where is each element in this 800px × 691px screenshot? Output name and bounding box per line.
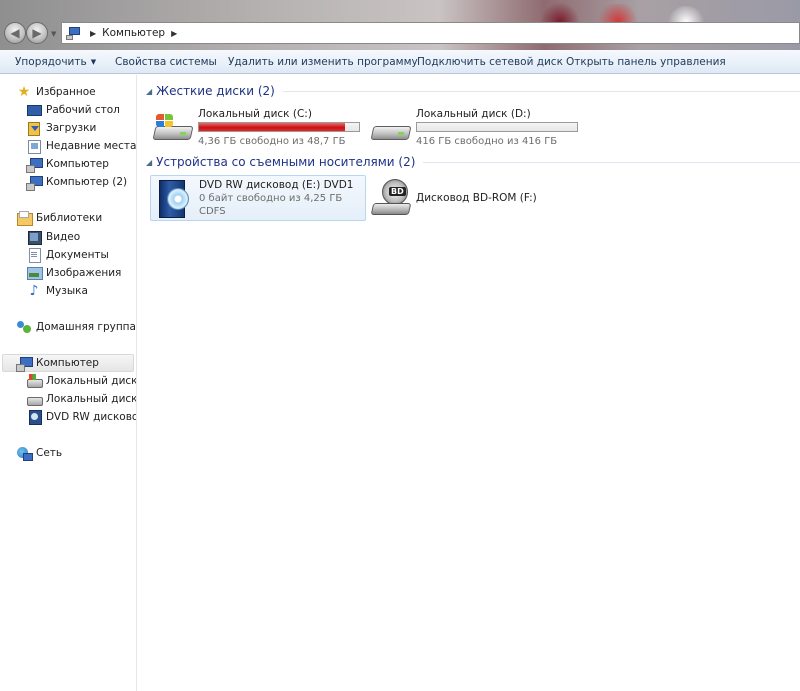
drive-name: DVD RW дисковод (E:) DVD1 (199, 179, 354, 191)
group-header-removable[interactable]: ◢ Устройства со съемными носителями (2) (146, 155, 800, 169)
sidebar-item-label: Библиотеки (36, 212, 103, 224)
sidebar-item-label: Компьютер (46, 158, 109, 170)
sidebar-item-downloads[interactable]: Загрузки (26, 119, 96, 137)
group-divider (282, 90, 800, 92)
star-icon: ★ (17, 84, 31, 100)
map-network-drive-button[interactable]: Подключить сетевой диск (417, 56, 563, 68)
sidebar-item-favorites[interactable]: ★ Избранное (16, 83, 96, 101)
network-icon (16, 445, 33, 461)
usage-bar (416, 122, 578, 132)
pictures-icon (26, 265, 43, 281)
recent-places-icon (26, 138, 42, 154)
drive-name: Локальный диск (D:) (416, 108, 531, 120)
music-note-icon: ♪ (29, 283, 39, 299)
system-properties-button[interactable]: Свойства системы (115, 56, 217, 68)
chevron-down-icon: ▼ (90, 58, 97, 66)
sidebar-item-computer[interactable]: Компьютер (2, 354, 134, 372)
sidebar-item-images[interactable]: Изображения (26, 264, 121, 282)
libraries-icon (16, 210, 33, 226)
sidebar-item-label: Музыка (46, 285, 88, 297)
sidebar-item-homegroup[interactable]: Домашняя группа (16, 318, 136, 336)
open-control-panel-button[interactable]: Открыть панель управления (566, 56, 726, 68)
drive-tile-c[interactable]: Локальный диск (C:) 4,36 ГБ свободно из … (150, 104, 366, 150)
hard-drive-icon (370, 112, 412, 144)
homegroup-icon (16, 319, 32, 335)
dvd-drive-icon (26, 409, 42, 425)
sidebar-item-label: Локальный диск (D (46, 393, 137, 405)
command-bar: Упорядочить ▼ Свойства системы Удалить ил… (0, 50, 800, 74)
collapse-triangle-icon[interactable]: ◢ (146, 87, 152, 96)
dvd-disc-icon (155, 178, 193, 220)
drive-tile-bd[interactable]: BD Дисковод BD-ROM (F:) (368, 175, 584, 221)
sidebar-item-video[interactable]: Видео (26, 228, 80, 246)
group-title: Устройства со съемными носителями (2) (156, 155, 416, 169)
bd-rom-drive-icon: BD (370, 177, 412, 219)
computer-icon (66, 26, 82, 40)
sidebar-item-recent-places[interactable]: Недавние места (26, 137, 136, 155)
sidebar-item-label: Избранное (36, 86, 96, 98)
sidebar-item-label: Локальный диск (C (46, 375, 137, 387)
group-title: Жесткие диски (2) (156, 84, 275, 98)
uninstall-program-button[interactable]: Удалить или изменить программу (228, 56, 418, 68)
system-drive-icon (26, 373, 43, 389)
breadcrumb-chevron-icon[interactable]: ▶ (90, 29, 96, 38)
sidebar-item-label: Загрузки (46, 122, 97, 134)
sidebar-item-label: Компьютер (36, 357, 99, 369)
collapse-triangle-icon[interactable]: ◢ (146, 158, 152, 167)
sidebar-item-label: Документы (46, 249, 109, 261)
arrow-right-icon: ▶ (32, 26, 42, 40)
sidebar-item-desktop[interactable]: Рабочий стол (26, 101, 120, 119)
drive-filesystem: CDFS (199, 206, 226, 217)
arrow-left-icon: ◀ (10, 26, 20, 40)
desktop-icon (26, 102, 42, 118)
sidebar-item-documents[interactable]: Документы (26, 246, 109, 264)
sidebar-item-dvd-drive[interactable]: DVD RW дисковод ( (26, 408, 136, 426)
breadcrumb-computer[interactable]: Компьютер (102, 27, 165, 39)
computer-icon (16, 355, 33, 372)
drive-free-space: 4,36 ГБ свободно из 48,7 ГБ (198, 136, 346, 147)
title-bar: ◀ ▶ ▼ ▶ Компьютер ▶ (0, 0, 800, 50)
organize-label: Упорядочить (15, 56, 87, 68)
sidebar-item-music[interactable]: ♪ Музыка (26, 282, 88, 300)
drive-free-space: 0 байт свободно из 4,25 ГБ (199, 193, 343, 204)
usage-bar-fill (199, 123, 345, 131)
address-bar[interactable]: ▶ Компьютер ▶ (61, 22, 800, 44)
recent-pages-dropdown[interactable]: ▼ (51, 30, 59, 38)
document-icon (26, 247, 42, 263)
drive-tile-dvd[interactable]: DVD RW дисковод (E:) DVD1 0 байт свободн… (150, 175, 366, 221)
back-button[interactable]: ◀ (4, 22, 26, 44)
sidebar-item-label: DVD RW дисковод ( (46, 411, 136, 423)
sidebar-item-local-disk-d[interactable]: Локальный диск (D (26, 390, 137, 408)
forward-button[interactable]: ▶ (26, 22, 48, 44)
drive-name: Дисковод BD-ROM (F:) (416, 192, 537, 204)
downloads-icon (26, 120, 42, 136)
sidebar-item-label: Рабочий стол (46, 104, 120, 116)
sidebar-item-label: Сеть (36, 447, 63, 459)
group-divider (423, 161, 800, 163)
computer-icon (26, 174, 43, 191)
navigation-pane: ★ Избранное Рабочий стол Загрузки Недавни… (0, 75, 137, 691)
usage-bar (198, 122, 360, 132)
hard-drive-icon (26, 391, 43, 407)
computer-icon (26, 156, 43, 173)
sidebar-item-label: Изображения (46, 267, 122, 279)
drive-free-space: 416 ГБ свободно из 416 ГБ (416, 136, 558, 147)
drive-tile-d[interactable]: Локальный диск (D:) 416 ГБ свободно из 4… (368, 104, 584, 150)
organize-menu-button[interactable]: Упорядочить ▼ (15, 56, 96, 68)
sidebar-item-network[interactable]: Сеть (16, 444, 62, 462)
sidebar-item-libraries[interactable]: Библиотеки (16, 209, 102, 227)
video-icon (26, 229, 42, 245)
sidebar-item-local-disk-c[interactable]: Локальный диск (C (26, 372, 137, 390)
drive-name: Локальный диск (C:) (198, 108, 312, 120)
group-header-hard-disks[interactable]: ◢ Жесткие диски (2) (146, 84, 800, 98)
sidebar-item-label: Недавние места (46, 140, 137, 152)
sidebar-item-computer-2[interactable]: Компьютер (2) (26, 173, 127, 191)
sidebar-item-label: Компьютер (2) (46, 176, 128, 188)
sidebar-item-computer-favorite[interactable]: Компьютер (26, 155, 109, 173)
sidebar-item-label: Домашняя группа (36, 321, 136, 333)
sidebar-item-label: Видео (46, 231, 81, 243)
breadcrumb-chevron-icon[interactable]: ▶ (171, 29, 177, 38)
system-hard-drive-icon (152, 112, 194, 144)
